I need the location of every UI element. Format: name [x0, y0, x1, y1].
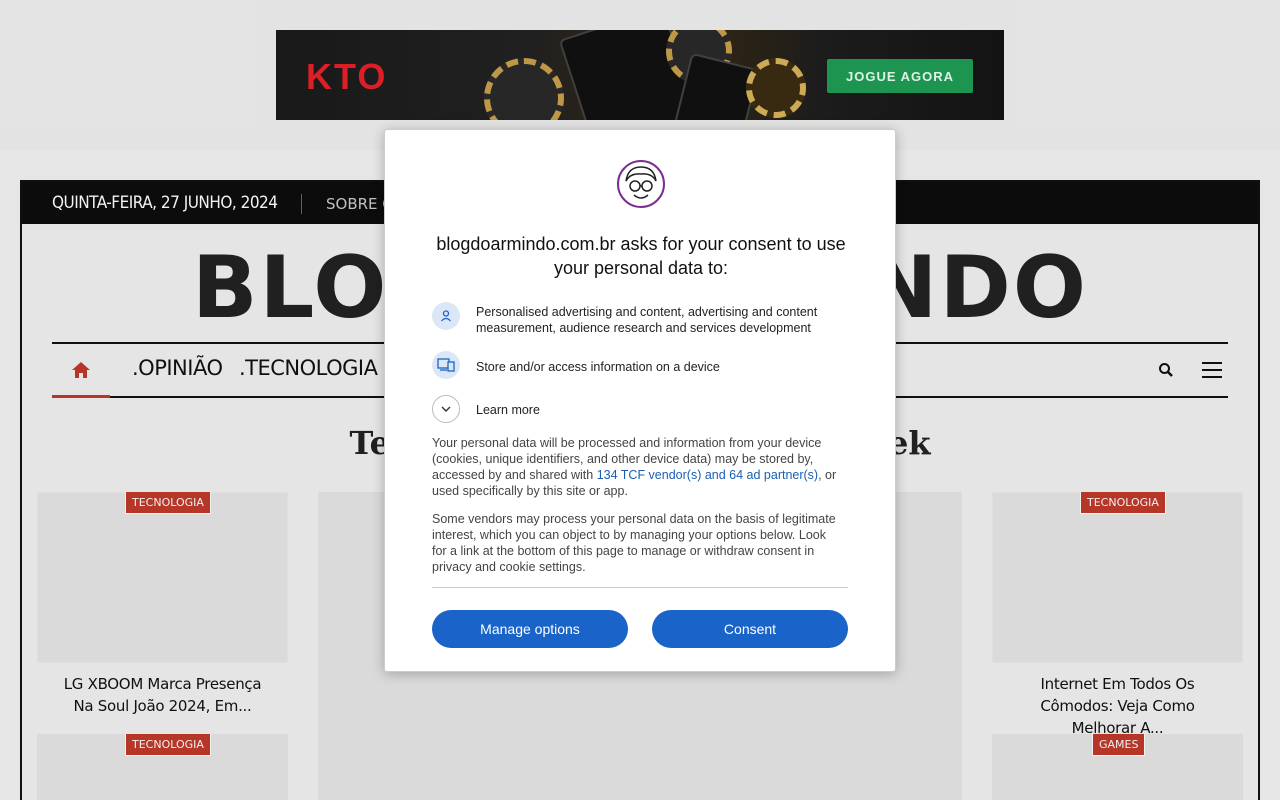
consent-title: blogdoarmindo.com.br asks for your conse…: [436, 234, 846, 278]
consent-paragraph: Your personal data will be processed and…: [432, 435, 842, 499]
person-icon: [432, 302, 460, 330]
consent-overlay: blogdoarmindo.com.br asks for your conse…: [0, 0, 1280, 800]
device-icon: [432, 351, 460, 379]
learn-more-label[interactable]: Learn more: [476, 402, 676, 418]
manage-options-button[interactable]: Manage options: [432, 610, 628, 648]
purpose-text: Personalised advertising and content, ad…: [476, 305, 818, 335]
consent-button[interactable]: Consent: [652, 610, 848, 648]
purpose-text: Store and/or access information on a dev…: [476, 360, 720, 374]
consent-dialog: blogdoarmindo.com.br asks for your conse…: [384, 129, 896, 672]
vendors-link[interactable]: 134 TCF vendor(s) and 64 ad partner(s): [597, 468, 818, 482]
chevron-down-icon[interactable]: [432, 395, 460, 423]
consent-paragraph: Some vendors may process your personal d…: [432, 512, 836, 574]
site-avatar-icon: [617, 160, 665, 208]
dialog-divider: [432, 587, 848, 588]
